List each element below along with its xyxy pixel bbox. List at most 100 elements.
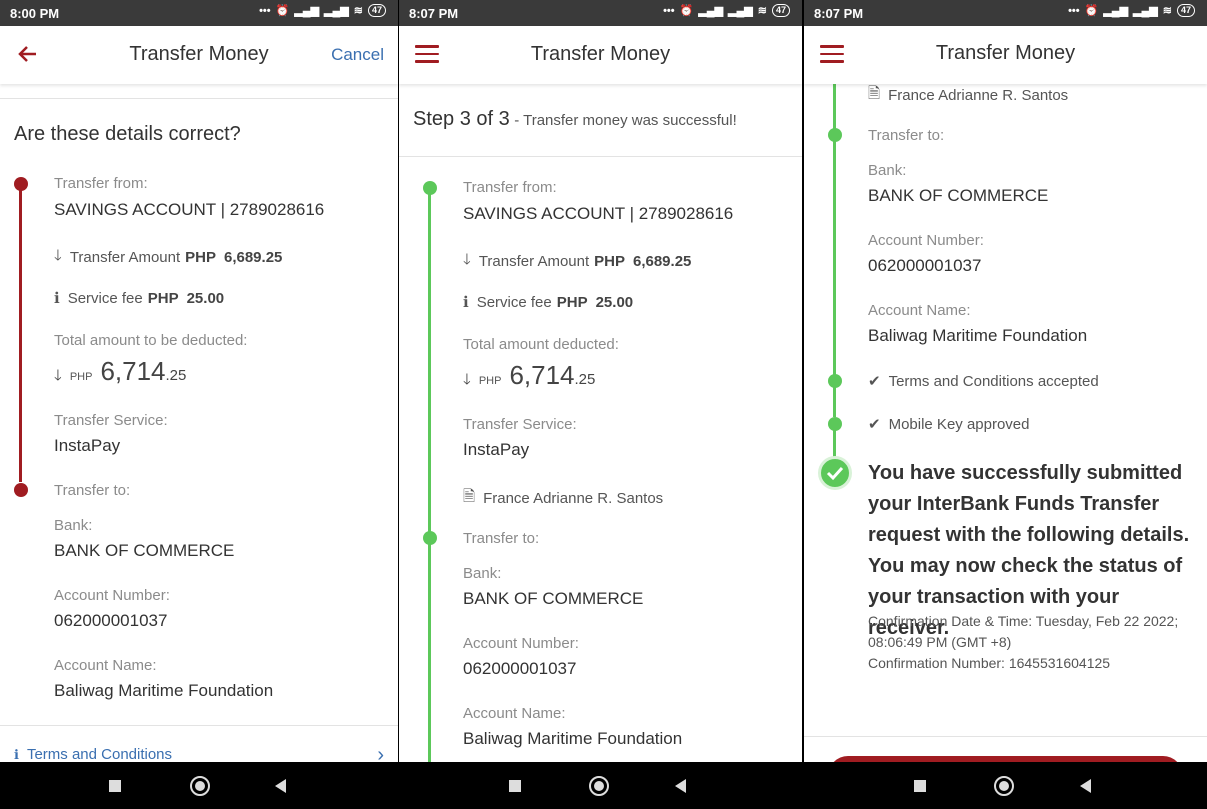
fee-value: 25.00 [186,289,225,307]
to-label: Transfer to: [868,127,945,144]
home-icon[interactable] [190,776,210,796]
status-icons: ••• ⏰ ▂▄▆ ▂▄▆ ≋ 47 [259,4,386,17]
timeline-line [833,141,836,376]
timeline-line [19,190,22,482]
android-nav-bar [0,762,398,809]
account-name-value: Baliwag Maritime Foundation [463,729,683,748]
review-heading: Are these details correct? [14,123,241,145]
total-integer: 6,714 [100,356,166,386]
from-value: SAVINGS ACCOUNT | 2789028616 [54,200,325,219]
amount-currency: PHP [185,249,216,266]
arrow-down-icon: 🡓 [463,371,471,388]
total-currency: PHP [69,371,93,383]
timeline-dot [14,177,28,191]
alarm-icon: ⏰ [275,5,290,17]
divider [804,736,1207,737]
timeline-dot [828,374,842,388]
recent-apps-icon[interactable] [914,780,926,792]
recent-apps-icon[interactable] [109,780,121,792]
arrow-down-icon: 🡓 [54,247,62,264]
account-number-value: 062000001037 [463,659,577,678]
home-icon[interactable] [589,776,609,796]
mobile-key: Mobile Key approved [888,415,1030,433]
service-fee-row: ℹ Service fee PHP 25.00 [54,289,225,308]
fee-currency: PHP [147,289,179,307]
info-icon: ℹ [463,294,469,311]
confirmation-number: Confirmation Number: 1645531604125 [868,655,1111,671]
review-screen: 8:00 PM ••• ⏰ ▂▄▆ ▂▄▆ ≋ 47 Transfer Mone… [0,0,398,809]
status-bar: 8:00 PM ••• ⏰ ▂▄▆ ▂▄▆ ≋ 47 [0,0,398,26]
terms-link[interactable]: ℹ Terms and Conditions › [14,744,384,766]
more-icon: ••• [663,4,675,17]
bank-label: Bank: [54,517,93,534]
fee-label: Service fee [67,289,143,307]
status-icons: ••• ⏰ ▂▄▆ ▂▄▆ ≋ 47 [663,4,790,17]
fee-label: Service fee [476,293,552,311]
service-value: InstaPay [463,440,530,459]
divider [399,156,802,157]
battery-icon: 47 [1176,4,1195,17]
to-label: Transfer to: [463,530,540,547]
timeline-line [428,544,431,764]
account-name-value: Baliwag Maritime Foundation [54,681,274,700]
timeline-dot [14,483,28,497]
signal-icon: ▂▄▆ [324,5,349,17]
bank-value: BANK OF COMMERCE [463,589,644,608]
home-icon[interactable] [994,776,1014,796]
recent-apps-icon[interactable] [509,780,521,792]
transfer-amount-row: 🡓 Transfer Amount PHP 6,689.25 [463,249,691,274]
status-bar: 8:07 PM ••• ⏰ ▂▄▆ ▂▄▆ ≋ 47 [399,0,802,26]
back-icon[interactable] [675,779,686,793]
total-amount: 🡓 PHP 6,714 .25 [463,360,595,394]
timeline-dot [423,181,437,195]
bank-value: BANK OF COMMERCE [54,541,235,560]
signal-icon: ▂▄▆ [294,5,320,17]
timeline-dot [828,128,842,142]
info-icon: ℹ [14,746,19,762]
terms-accepted-row: ✔ Terms and Conditions accepted [868,372,1099,391]
arrow-down-icon: 🡓 [463,251,471,268]
page-title: Transfer Money [935,42,1076,64]
amount-value: 6,689.25 [632,253,692,270]
more-icon: ••• [259,4,271,17]
service-value: InstaPay [54,436,121,455]
signal-icon: ▂▄▆ [698,5,724,17]
amount-currency: PHP [594,253,625,270]
from-label: Transfer from: [463,179,557,196]
service-label: Transfer Service: [54,412,168,429]
from-label: Transfer from: [54,175,148,192]
signal-icon: ▂▄▆ [728,5,753,17]
account-name-label: Account Name: [868,302,971,319]
timeline-line [833,387,836,417]
timeline-line [833,430,836,458]
wifi-icon: ≋ [757,5,767,17]
account-number-label: Account Number: [463,635,579,652]
account-number-value: 062000001037 [868,256,982,275]
signal-icon: ▂▄▆ [1103,5,1129,17]
back-icon[interactable] [1080,779,1091,793]
document-icon: 🗎 [463,488,476,505]
timeline-dot [423,531,437,545]
account-name-value: Baliwag Maritime Foundation [868,326,1088,345]
signal-icon: ▂▄▆ [1133,5,1158,17]
step-indicator: Step 3 of 3 - Transfer money was success… [413,108,737,131]
back-icon[interactable] [275,779,286,793]
document-icon: 🗎 [868,85,881,102]
timeline-line [833,80,836,130]
bank-label: Bank: [868,162,907,179]
amount-label: Transfer Amount [69,249,181,266]
service-label: Transfer Service: [463,416,577,433]
confirmation-datetime-cont: 08:06:49 PM (GMT +8) [868,634,1012,650]
cancel-button[interactable]: Cancel [331,45,384,65]
wifi-icon: ≋ [1162,5,1172,17]
total-label: Total amount deducted: [463,336,619,353]
total-decimal: .25 [165,367,187,384]
status-time: 8:07 PM [409,6,459,21]
terms-link-label: Terms and Conditions [26,746,173,763]
arrow-down-icon: 🡓 [54,367,62,384]
confirmation-datetime: Confirmation Date & Time: Tuesday, Feb 2… [868,613,1179,629]
wifi-icon: ≋ [353,5,363,17]
account-number-label: Account Number: [868,232,984,249]
status-bar: 8:07 PM ••• ⏰ ▂▄▆ ▂▄▆ ≋ 47 [804,0,1207,26]
timeline-line [428,194,431,534]
